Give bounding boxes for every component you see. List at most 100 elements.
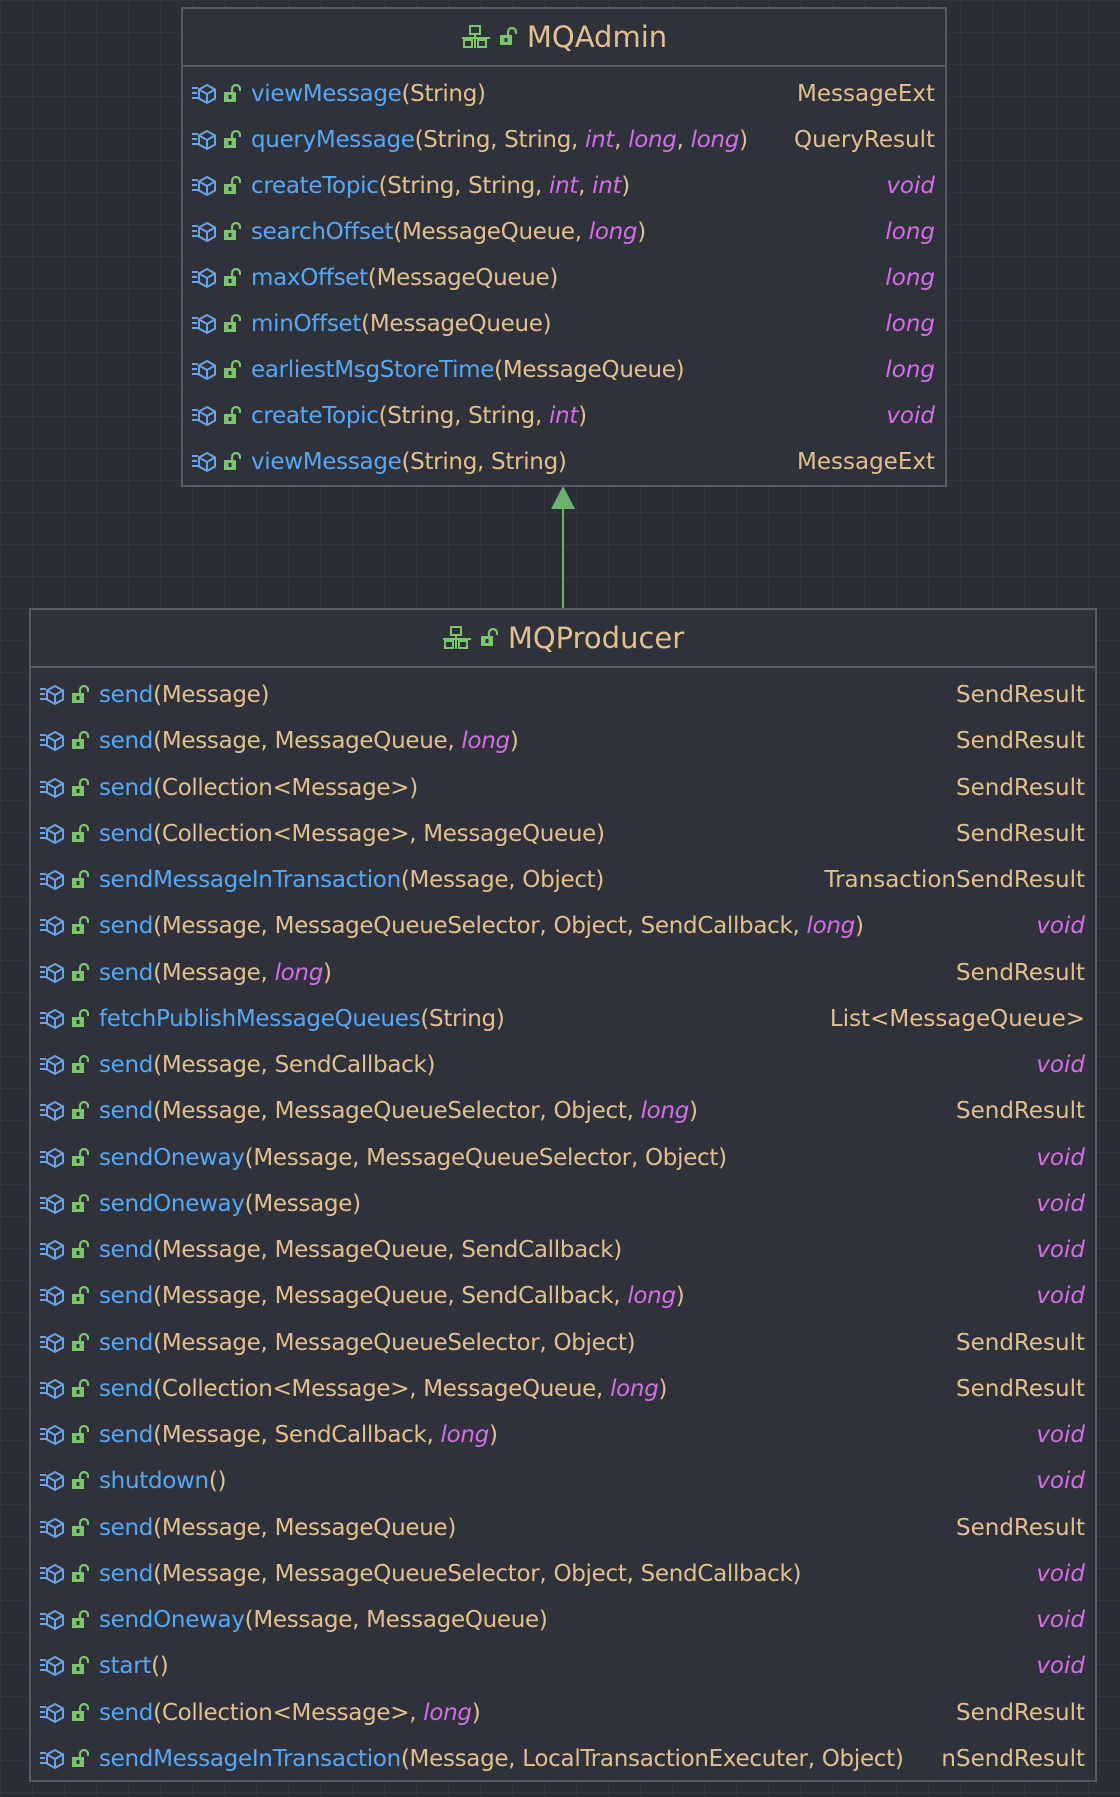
param-type: long: [461, 728, 510, 755]
public-lock-icon: [71, 1378, 89, 1399]
param-type: SendCallback: [640, 1560, 793, 1587]
param-separator: ,: [260, 959, 275, 986]
public-lock-icon: [71, 1425, 89, 1445]
param-type: SendCallback: [274, 1052, 427, 1079]
public-lock-icon: [71, 1008, 89, 1029]
param-separator: ,: [571, 127, 586, 153]
class-mqadmin[interactable]: MQAdmin viewMessage(String) MessageExt que…: [181, 7, 947, 487]
close-paren: ): [855, 913, 864, 940]
method-row[interactable]: send(Message, MessageQueue, long) SendRes…: [31, 718, 1095, 764]
public-lock-icon: [223, 406, 241, 426]
method-name: send: [99, 913, 154, 940]
param-type: String: [468, 173, 535, 199]
method-row[interactable]: earliestMsgStoreTime(MessageQueue) long: [183, 347, 945, 393]
param-type: int: [592, 173, 622, 199]
method-signature: createTopic(String, String, int, int): [251, 173, 876, 199]
method-name: send: [99, 682, 154, 709]
method-row[interactable]: sendOneway(Message) void: [31, 1181, 1095, 1227]
return-type: SendResult: [956, 682, 1085, 709]
method-row[interactable]: searchOffset(MessageQueue, long) long: [183, 209, 945, 255]
param-type: Collection<Message>: [161, 774, 410, 801]
param-type: MessageQueue: [366, 1607, 539, 1634]
method-row[interactable]: send(Message, MessageQueueSelector, Obje…: [31, 1320, 1095, 1366]
param-separator: ,: [447, 1237, 462, 1264]
close-paren: ): [409, 774, 418, 801]
param-type: Message: [161, 682, 261, 709]
method-name: queryMessage: [251, 127, 415, 153]
method-row[interactable]: shutdown() void: [31, 1458, 1095, 1504]
param-separator: ,: [426, 1422, 441, 1449]
param-type: Collection<Message>: [161, 820, 410, 847]
param-separator: ,: [539, 913, 554, 940]
method-signature: send(Message, MessageQueueSelector, Obje…: [99, 1330, 946, 1356]
param-type: Object: [553, 1329, 627, 1356]
abstract-method-icon: [39, 1054, 65, 1076]
public-lock-icon: [71, 962, 89, 983]
method-row[interactable]: maxOffset(MessageQueue) long: [183, 255, 945, 301]
method-row[interactable]: send(Collection<Message>, MessageQueue, …: [31, 1366, 1095, 1412]
param-separator: ,: [626, 1098, 641, 1125]
method-row[interactable]: sendMessageInTransaction(Message, Object…: [31, 857, 1095, 903]
param-separator: ,: [447, 1283, 462, 1310]
close-paren: ): [894, 1745, 904, 1772]
member-icons: [191, 405, 251, 427]
param-type: Message: [161, 1283, 261, 1310]
method-row[interactable]: send(Message, MessageQueue) SendResult: [31, 1505, 1095, 1551]
open-paren: (: [401, 449, 411, 475]
abstract-method-icon: [191, 221, 217, 243]
method-row[interactable]: sendMessageInTransaction(Message, LocalT…: [31, 1736, 1095, 1782]
method-row[interactable]: send(Message, MessageQueue, SendCallback…: [31, 1273, 1095, 1319]
method-row[interactable]: send(Message, MessageQueueSelector, Obje…: [31, 1088, 1095, 1134]
method-row[interactable]: send(Collection<Message>, MessageQueue) S…: [31, 811, 1095, 857]
public-lock-icon: [223, 452, 241, 472]
close-paren: ): [621, 173, 630, 199]
method-row[interactable]: sendOneway(Message, MessageQueue) void: [31, 1597, 1095, 1643]
method-row[interactable]: send(Collection<Message>) SendResult: [31, 765, 1095, 811]
method-signature: sendMessageInTransaction(Message, Object…: [99, 867, 814, 893]
member-icons: [39, 684, 99, 706]
method-name: sendMessageInTransaction: [99, 1745, 401, 1772]
method-row[interactable]: send(Message, long) SendResult: [31, 950, 1095, 996]
method-row[interactable]: start() void: [31, 1643, 1095, 1689]
class-mqproducer[interactable]: MQProducer send(Message) SendResult send(M…: [29, 608, 1097, 1782]
return-type: long: [885, 311, 935, 337]
method-row[interactable]: viewMessage(String) MessageExt: [183, 71, 945, 117]
method-row[interactable]: createTopic(String, String, int, int) voi…: [183, 163, 945, 209]
param-separator: ,: [409, 1699, 424, 1726]
method-row[interactable]: queryMessage(String, String, int, long, …: [183, 117, 945, 163]
param-type: SendCallback: [461, 1283, 614, 1310]
method-row[interactable]: send(Message, SendCallback) void: [31, 1042, 1095, 1088]
method-row[interactable]: send(Message) SendResult: [31, 672, 1095, 718]
return-type: void: [886, 173, 935, 199]
return-type: void: [1036, 1237, 1085, 1264]
method-row[interactable]: send(Message, MessageQueueSelector, Obje…: [31, 1551, 1095, 1597]
method-name: maxOffset: [251, 265, 368, 291]
method-row[interactable]: minOffset(MessageQueue) long: [183, 301, 945, 347]
param-separator: ,: [534, 173, 549, 199]
param-type: MessageQueue: [274, 728, 448, 755]
method-name: send: [99, 1375, 154, 1402]
close-paren: ): [578, 403, 587, 429]
open-paren: (: [400, 1745, 410, 1772]
method-row[interactable]: sendOneway(Message, MessageQueueSelector…: [31, 1135, 1095, 1181]
method-row[interactable]: send(Message, MessageQueue, SendCallback…: [31, 1227, 1095, 1273]
param-type: SendCallback: [640, 913, 793, 940]
method-row[interactable]: send(Message, SendCallback, long) void: [31, 1412, 1095, 1458]
public-lock-icon: [71, 1193, 89, 1214]
method-row[interactable]: createTopic(String, String, int) void: [183, 393, 945, 439]
method-row[interactable]: send(Collection<Message>, long) SendResul…: [31, 1690, 1095, 1736]
member-icons: [191, 83, 251, 105]
method-row[interactable]: send(Message, MessageQueueSelector, Obje…: [31, 903, 1095, 949]
public-lock-icon: [71, 1517, 89, 1538]
param-separator: ,: [539, 1560, 554, 1587]
public-lock-icon: [499, 27, 517, 47]
method-row[interactable]: fetchPublishMessageQueues(String) List<Me…: [31, 996, 1095, 1042]
return-type: SendResult: [956, 1514, 1085, 1541]
method-row[interactable]: viewMessage(String, String) MessageExt: [183, 439, 945, 485]
open-paren: (: [153, 1514, 162, 1541]
close-paren: ): [718, 1144, 727, 1171]
param-type: String: [429, 1005, 496, 1032]
method-name: send: [99, 1699, 154, 1726]
public-lock-icon: [71, 1240, 89, 1260]
param-type: MessageQueueSelector: [274, 1560, 540, 1587]
